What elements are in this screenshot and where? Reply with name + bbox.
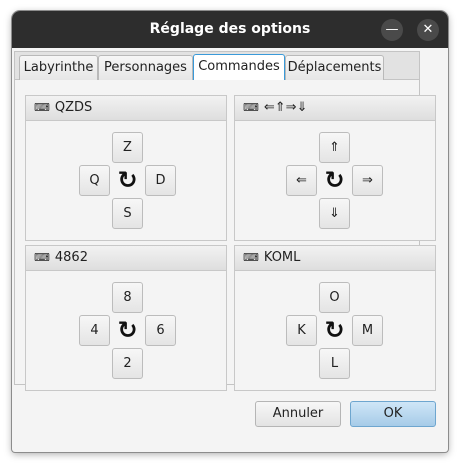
keyboard-icon: ⌨ xyxy=(243,101,259,114)
tab-labyrinthe[interactable]: Labyrinthe xyxy=(19,55,98,80)
minimize-button[interactable]: — xyxy=(381,19,403,41)
key-up[interactable]: ⇑ xyxy=(319,132,350,163)
key-down[interactable]: L xyxy=(319,348,350,379)
ok-button[interactable]: OK xyxy=(350,401,436,427)
rotate-icon[interactable]: ↻ xyxy=(319,165,350,196)
tab-personnages[interactable]: Personnages xyxy=(98,55,193,80)
key-right[interactable]: M xyxy=(352,315,383,346)
panel-title: ⇐⇑⇒⇓ xyxy=(263,100,308,115)
panel-header: ⌨ 4862 xyxy=(26,246,226,271)
cancel-button[interactable]: Annuler xyxy=(255,401,341,427)
panel-header: ⌨ QZDS xyxy=(26,96,226,121)
key-down[interactable]: 2 xyxy=(112,348,143,379)
panel-header: ⌨ ⇐⇑⇒⇓ xyxy=(235,96,435,121)
key-left[interactable]: ⇐ xyxy=(286,165,317,196)
rotate-icon[interactable]: ↻ xyxy=(112,315,143,346)
key-down[interactable]: ⇓ xyxy=(319,198,350,229)
keyboard-icon: ⌨ xyxy=(34,101,50,114)
tab-bar: Labyrinthe Personnages Commandes Déplace… xyxy=(14,51,420,81)
controls-panel-numpad[interactable]: ⌨ 4862 8 4 ↻ 6 2 xyxy=(25,245,227,391)
keyboard-icon: ⌨ xyxy=(34,251,50,264)
controls-panel-koml[interactable]: ⌨ KOML O K ↻ M L xyxy=(234,245,436,391)
controls-panel-qzds[interactable]: ⌨ QZDS Z Q ↻ D S xyxy=(25,95,227,241)
panel-title: 4862 xyxy=(54,250,88,265)
rotate-icon[interactable]: ↻ xyxy=(112,165,143,196)
key-right[interactable]: D xyxy=(145,165,176,196)
key-up[interactable]: 8 xyxy=(112,282,143,313)
controls-panel-arrows[interactable]: ⌨ ⇐⇑⇒⇓ ⇑ ⇐ ↻ ⇒ ⇓ xyxy=(234,95,436,241)
title-bar: Réglage des options — ✕ xyxy=(12,11,448,48)
key-left[interactable]: K xyxy=(286,315,317,346)
panel-title: KOML xyxy=(263,250,301,265)
key-left[interactable]: 4 xyxy=(79,315,110,346)
close-button[interactable]: ✕ xyxy=(417,19,439,41)
key-down[interactable]: S xyxy=(112,198,143,229)
tab-deplacements[interactable]: Déplacements xyxy=(285,55,384,80)
key-right[interactable]: ⇒ xyxy=(352,165,383,196)
key-right[interactable]: 6 xyxy=(145,315,176,346)
tab-commandes[interactable]: Commandes xyxy=(193,54,285,81)
key-up[interactable]: O xyxy=(319,282,350,313)
keyboard-icon: ⌨ xyxy=(243,251,259,264)
minimize-icon: — xyxy=(385,22,399,37)
key-left[interactable]: Q xyxy=(79,165,110,196)
tab-content: ⌨ QZDS Z Q ↻ D S ⌨ ⇐⇑⇒⇓ ⇑ ⇐ ↻ ⇒ ⇓ ⌨ 4862 8 … xyxy=(14,80,436,391)
panel-header: ⌨ KOML xyxy=(235,246,435,271)
panel-title: QZDS xyxy=(54,100,93,115)
rotate-icon[interactable]: ↻ xyxy=(319,315,350,346)
key-up[interactable]: Z xyxy=(112,132,143,163)
close-icon: ✕ xyxy=(422,22,434,37)
